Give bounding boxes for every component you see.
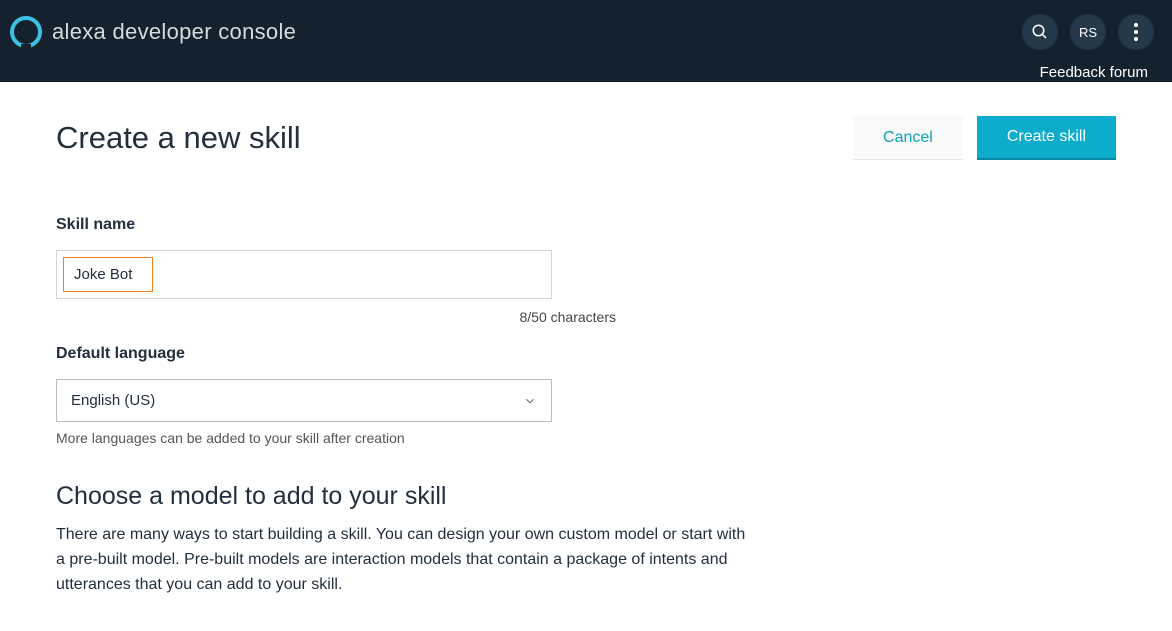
feedback-forum-link[interactable]: Feedback forum bbox=[1040, 64, 1148, 81]
skill-name-label: Skill name bbox=[56, 216, 606, 234]
user-initials: RS bbox=[1079, 25, 1097, 40]
language-selected-value: English (US) bbox=[71, 392, 155, 409]
skill-name-input-wrapper bbox=[56, 250, 552, 299]
skill-name-group: Skill name 8/50 characters bbox=[56, 216, 606, 325]
language-label: Default language bbox=[56, 345, 606, 363]
search-icon bbox=[1031, 23, 1049, 41]
main-content: Create a new skill Cancel Create skill S… bbox=[0, 82, 1172, 631]
more-menu-button[interactable] bbox=[1118, 14, 1154, 50]
create-skill-button[interactable]: Create skill bbox=[977, 116, 1116, 160]
cancel-button[interactable]: Cancel bbox=[853, 116, 963, 160]
alexa-logo-icon bbox=[10, 16, 42, 48]
header-icons: RS bbox=[1022, 14, 1154, 50]
model-section-title: Choose a model to add to your skill bbox=[56, 482, 1116, 511]
language-group: Default language English (US) More langu… bbox=[56, 345, 606, 446]
action-buttons: Cancel Create skill bbox=[853, 116, 1116, 160]
language-select[interactable]: English (US) bbox=[56, 379, 552, 422]
search-button[interactable] bbox=[1022, 14, 1058, 50]
title-row: Create a new skill Cancel Create skill bbox=[56, 116, 1116, 160]
skill-name-input[interactable] bbox=[63, 257, 153, 292]
more-vertical-icon bbox=[1134, 23, 1138, 41]
console-title: alexa developer console bbox=[52, 19, 296, 45]
page-title: Create a new skill bbox=[56, 120, 301, 156]
language-hint: More languages can be added to your skil… bbox=[56, 430, 606, 446]
chevron-down-icon bbox=[523, 394, 537, 408]
app-header: alexa developer console RS Feedback for bbox=[0, 0, 1172, 82]
language-select-wrapper: English (US) bbox=[56, 379, 552, 422]
header-right: RS Feedback forum bbox=[1022, 14, 1154, 85]
char-counter: 8/50 characters bbox=[56, 309, 616, 325]
model-section-description: There are many ways to start building a … bbox=[56, 523, 756, 597]
header-left: alexa developer console bbox=[10, 16, 296, 48]
user-avatar[interactable]: RS bbox=[1070, 14, 1106, 50]
